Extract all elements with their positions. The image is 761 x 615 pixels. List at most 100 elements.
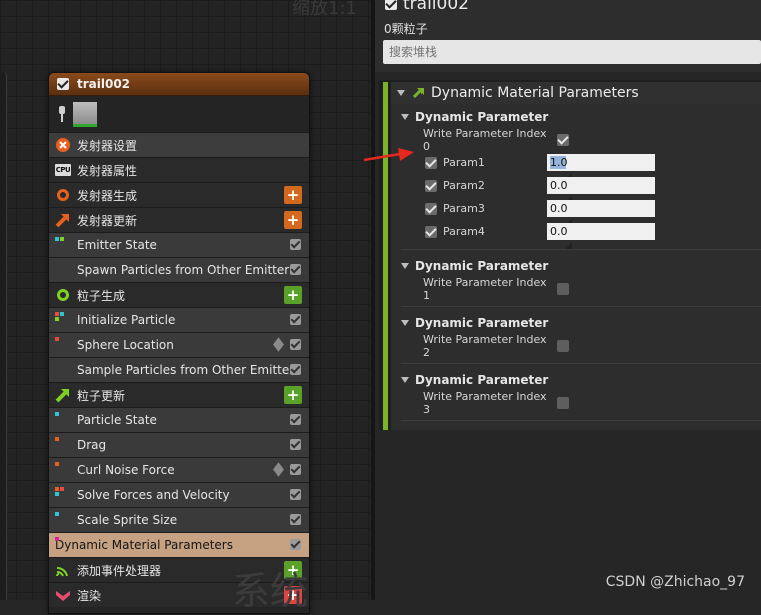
- module-row[interactable]: Scale Sprite Size: [49, 507, 309, 532]
- emitter-node[interactable]: trail002 发射器设置 CPU 发射器属性 发射器生成 + 发射器更新 + Emitte…: [48, 72, 310, 614]
- module-enabled-checkbox[interactable]: [290, 264, 301, 275]
- add-module-button[interactable]: +: [284, 186, 302, 204]
- row-label: Spawn Particles from Other Emitter: [77, 263, 290, 277]
- module-color-dot: [55, 237, 59, 241]
- module-enabled-checkbox[interactable]: [290, 239, 301, 250]
- row-label: Sample Particles from Other Emitter: [77, 363, 295, 377]
- csdn-watermark: CSDN @Zhichao_97: [605, 574, 745, 590]
- emitter-enabled-checkbox[interactable]: [57, 78, 69, 90]
- add-module-button[interactable]: +: [284, 211, 302, 229]
- module-row[interactable]: Sphere Location: [49, 332, 309, 357]
- write-index-checkbox[interactable]: [557, 133, 569, 146]
- module-stack: Dynamic Material Parameters Dynamic Para…: [379, 80, 761, 430]
- module-enabled-checkbox[interactable]: [290, 439, 301, 450]
- collapse-triangle-icon[interactable]: [397, 90, 405, 96]
- emitter-spawn-icon: [55, 187, 71, 203]
- module-color-dot: [55, 317, 59, 321]
- collapse-triangle-icon[interactable]: [401, 320, 409, 326]
- emitter-thumbnail[interactable]: [73, 101, 97, 127]
- details-emitter-name: trail002: [403, 0, 469, 14]
- module-row[interactable]: Solve Forces and Velocity: [49, 482, 309, 507]
- particle-count: 0颗粒子: [384, 22, 428, 36]
- module-row[interactable]: Curl Noise Force: [49, 457, 309, 482]
- row-label: Drag: [77, 438, 107, 452]
- param-value-field[interactable]: 1.0: [547, 154, 655, 180]
- emitter-node-header[interactable]: trail002: [49, 73, 309, 96]
- module-enabled-checkbox[interactable]: [290, 539, 301, 550]
- stage-row[interactable]: 粒子更新 +: [49, 382, 309, 407]
- module-source-icon: [273, 462, 284, 477]
- group-divider: [401, 363, 761, 364]
- details-emitter-checkbox[interactable]: [385, 0, 397, 10]
- write-index-checkbox[interactable]: [557, 396, 569, 409]
- module-color-dot: [55, 437, 59, 441]
- group-divider: [401, 249, 761, 250]
- stage-row[interactable]: 发射器更新 +: [49, 207, 309, 232]
- cpu-icon-glyph: CPU: [54, 164, 72, 176]
- module-color-dot: [55, 337, 59, 341]
- param-enabled-checkbox[interactable]: [425, 179, 437, 192]
- emitter-settings-icon: [55, 137, 71, 153]
- module-color-dot: [55, 537, 59, 541]
- module-row[interactable]: Sample Particles from Other Emitter: [49, 357, 309, 382]
- write-index-checkbox[interactable]: [557, 282, 569, 295]
- group-header[interactable]: Dynamic Parameter Inc: [401, 255, 761, 277]
- row-label: Solve Forces and Velocity: [77, 488, 230, 502]
- module-row[interactable]: Initialize Particle: [49, 307, 309, 332]
- wave-glyph: [56, 566, 68, 577]
- module-enabled-checkbox[interactable]: [290, 464, 301, 475]
- group-header[interactable]: Dynamic Parameter Inc: [401, 106, 761, 128]
- drag-spinner-icon[interactable]: [564, 229, 572, 249]
- collapse-triangle-icon[interactable]: [401, 377, 409, 383]
- module-enabled-checkbox[interactable]: [290, 364, 301, 375]
- group-header[interactable]: Dynamic Parameter Inc: [401, 369, 761, 391]
- module-color-dot: [60, 487, 64, 491]
- module-enabled-checkbox[interactable]: [290, 314, 301, 325]
- param-value-field[interactable]: 0.0: [547, 177, 655, 203]
- module-row[interactable]: Emitter State: [49, 232, 309, 257]
- row-label: 发射器设置: [77, 138, 138, 153]
- stage-row[interactable]: 发射器生成 +: [49, 182, 309, 207]
- collapse-triangle-icon[interactable]: [401, 263, 409, 269]
- emitter-stack-rows: 发射器设置 CPU 发射器属性 发射器生成 + 发射器更新 + Emitter State Sp…: [49, 132, 309, 607]
- group-header[interactable]: Dynamic Parameter Inc: [401, 312, 761, 334]
- cpu-icon: CPU: [54, 162, 72, 178]
- particle-update-icon: [55, 387, 71, 403]
- module-enabled-checkbox[interactable]: [290, 339, 301, 350]
- module-enabled-checkbox[interactable]: [290, 489, 301, 500]
- add-module-button[interactable]: +: [284, 286, 302, 304]
- param-label: Param4: [443, 225, 485, 238]
- render-glyph: [56, 591, 70, 601]
- module-source-icon: [273, 337, 284, 352]
- param-enabled-checkbox[interactable]: [425, 225, 437, 238]
- group-title: Dynamic Parameter Inc: [415, 110, 549, 124]
- module-row[interactable]: Dynamic Material Parameters: [49, 532, 309, 557]
- module-header[interactable]: Dynamic Material Parameters: [391, 82, 761, 104]
- stage-row[interactable]: CPU 发射器属性: [49, 157, 309, 182]
- group-divider: [401, 306, 761, 307]
- param-value-field[interactable]: 0.0: [547, 223, 655, 249]
- param-enabled-checkbox[interactable]: [425, 202, 437, 215]
- write-index-checkbox[interactable]: [557, 339, 569, 352]
- param-value-field[interactable]: 0.0: [547, 200, 655, 226]
- settings-glyph: [56, 138, 70, 152]
- stage-row[interactable]: 发射器设置: [49, 132, 309, 157]
- param-enabled-checkbox[interactable]: [425, 156, 437, 169]
- row-label: Dynamic Material Parameters: [55, 538, 233, 552]
- stack-search-input[interactable]: [383, 40, 761, 64]
- row-label: 渲染: [77, 588, 102, 603]
- module-enabled-checkbox[interactable]: [290, 414, 301, 425]
- module-row[interactable]: Spawn Particles from Other Emitter: [49, 257, 309, 282]
- stage-row[interactable]: 粒子生成 +: [49, 282, 309, 307]
- module-color-dot: [55, 412, 59, 416]
- render-icon: [55, 587, 71, 603]
- pin-icon[interactable]: [57, 106, 67, 122]
- module-row[interactable]: Drag: [49, 432, 309, 457]
- module-row[interactable]: Particle State: [49, 407, 309, 432]
- row-label: Initialize Particle: [77, 313, 176, 327]
- row-label: 发射器生成: [77, 188, 138, 203]
- add-module-button[interactable]: +: [284, 386, 302, 404]
- collapse-triangle-icon[interactable]: [401, 114, 409, 120]
- module-enabled-checkbox[interactable]: [290, 514, 301, 525]
- dynamic-parameter-group: Dynamic Parameter Inc Write Parameter Ind…: [401, 255, 761, 307]
